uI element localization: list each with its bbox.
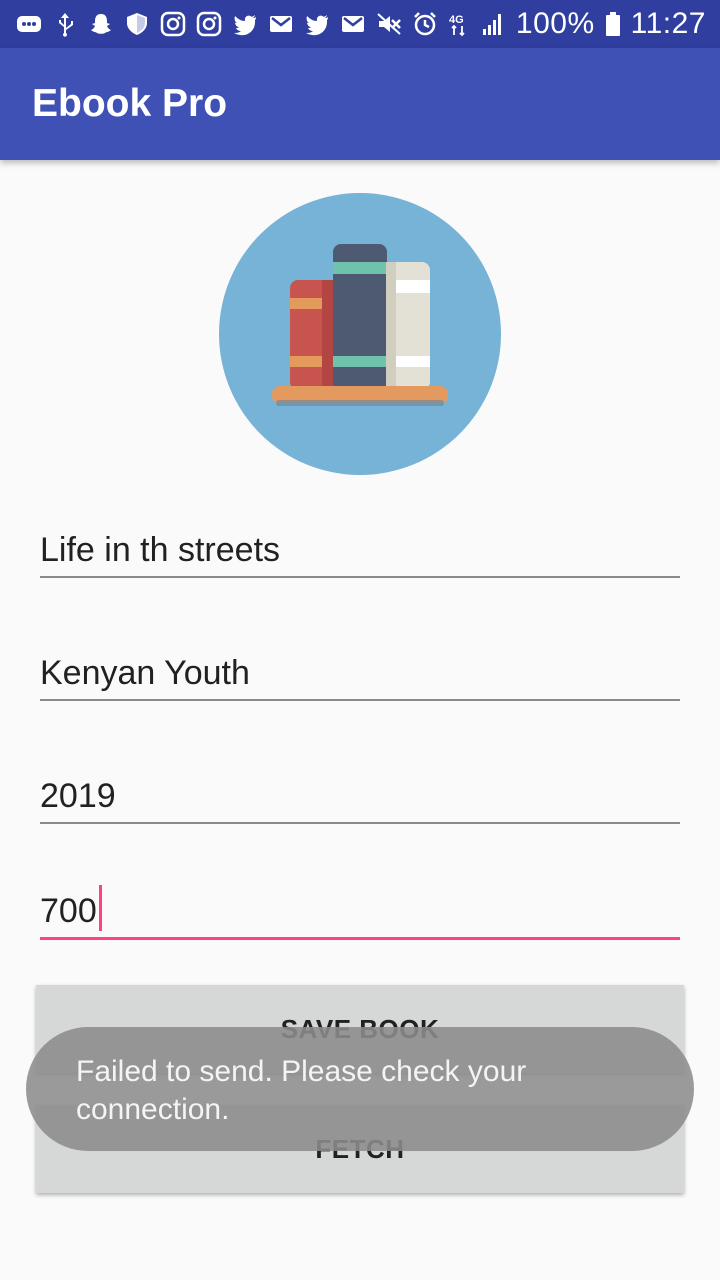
year-value: 2019 — [40, 777, 116, 815]
shield-icon — [124, 11, 150, 37]
author-field[interactable]: Kenyan Youth — [40, 641, 680, 701]
app-title: Ebook Pro — [32, 82, 228, 125]
alarm-icon — [412, 11, 438, 37]
book-title-field[interactable]: Life in th streets — [40, 518, 680, 578]
snapchat-icon — [88, 11, 114, 37]
signal-icon — [480, 11, 506, 37]
text-cursor — [98, 885, 102, 931]
mute-icon — [376, 11, 402, 37]
gmail-icon — [340, 11, 366, 37]
message-icon — [16, 11, 42, 37]
pages-field[interactable]: 700 — [40, 880, 680, 940]
status-bar-notifications — [16, 11, 366, 37]
gmail-icon — [268, 11, 294, 37]
bookshelf-icon — [218, 192, 502, 476]
book-title-value: Life in th streets — [40, 531, 281, 569]
battery-percentage: 100% — [515, 7, 595, 40]
toast-text: Failed to send. Please check your connec… — [76, 1055, 527, 1126]
battery-icon — [605, 11, 621, 37]
year-field[interactable]: 2019 — [40, 764, 680, 824]
twitter-icon — [304, 11, 330, 37]
author-value: Kenyan Youth — [40, 654, 250, 692]
instagram-icon — [160, 11, 186, 37]
svg-text:4G: 4G — [449, 14, 464, 26]
status-bar-system: 4G 100% 11:27 — [376, 7, 706, 41]
data-4g-icon: 4G — [448, 11, 470, 37]
usb-icon — [52, 11, 78, 37]
twitter-icon — [232, 11, 258, 37]
app-bar: Ebook Pro — [0, 48, 720, 160]
instagram-icon — [196, 11, 222, 37]
pages-value: 700 — [40, 892, 97, 930]
status-bar: 4G 100% 11:27 — [0, 0, 720, 48]
clock: 11:27 — [630, 7, 706, 40]
toast-message: Failed to send. Please check your connec… — [26, 1027, 694, 1151]
